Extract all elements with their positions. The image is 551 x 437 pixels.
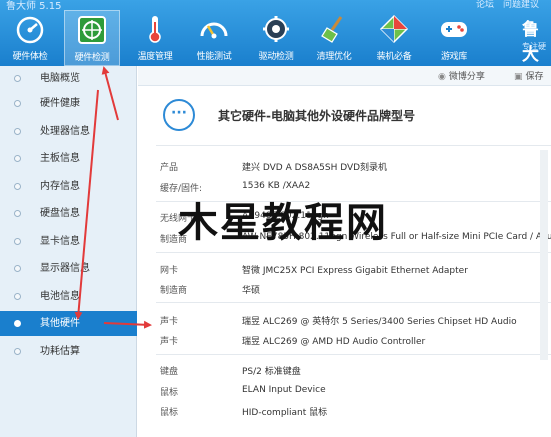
tool-label: 温度管理	[137, 52, 173, 62]
bullet-icon	[14, 238, 21, 245]
speedometer-icon	[16, 16, 44, 44]
detail-key: 鼠标	[160, 408, 179, 418]
camera-icon: ▣	[514, 72, 523, 82]
detail-value: 瑞昱 ALC269 @ AMD HD Audio Controller	[242, 337, 426, 347]
detail-key: 制造商	[160, 286, 188, 296]
thermometer-icon	[149, 16, 161, 43]
tool-cleanup[interactable]: 清理优化	[306, 10, 362, 66]
tool-essentials[interactable]: 装机必备	[366, 10, 422, 66]
divider	[156, 252, 551, 253]
speed-gauge-icon	[200, 22, 228, 39]
tool-performance[interactable]: 性能测试	[186, 10, 242, 66]
section-title: 其它硬件-电脑其他外设硬件品牌型号	[218, 109, 415, 123]
sidebar-item-battery[interactable]: 电池信息	[0, 284, 137, 309]
tool-label: 硬件检测	[74, 53, 110, 63]
sidebar-item-label: 显卡信息	[40, 236, 80, 247]
package-icon	[379, 14, 409, 44]
bullet-icon	[14, 320, 21, 327]
bullet-icon	[14, 265, 21, 272]
weibo-icon: ◉	[438, 72, 446, 82]
detail-value: ELAN Input Device	[242, 385, 326, 395]
sidebar-item-cpu[interactable]: 处理器信息	[0, 119, 137, 144]
tool-label: 清理优化	[316, 52, 352, 62]
gamepad-icon	[441, 22, 467, 37]
sidebar-item-label: 电池信息	[40, 291, 80, 302]
gear-icon	[263, 16, 289, 42]
sidebar-item-disk[interactable]: 硬盘信息	[0, 201, 137, 226]
sidebar-item-other-hardware[interactable]: 其他硬件	[0, 311, 137, 336]
brand-name: 鲁大	[522, 20, 539, 65]
detail-value: 智微 JMC25X PCI Express Gigabit Ethernet A…	[242, 266, 468, 276]
share-bar: ◉ 微博分享 ▣ 保存	[138, 66, 551, 86]
save-button[interactable]: ▣ 保存	[514, 69, 544, 82]
tool-label: 驱动检测	[258, 52, 294, 62]
detail-key: 声卡	[160, 337, 179, 347]
feedback-link[interactable]: 问题建议	[503, 0, 539, 10]
detail-key: 网卡	[160, 266, 179, 276]
sidebar-item-label: 其他硬件	[40, 318, 80, 329]
sidebar-item-overview[interactable]: 电脑概览	[0, 66, 137, 91]
top-toolbar: 鲁大师 5.15 论坛 问题建议 硬件体检 硬件检测 温度管理 性能测试 驱动检…	[0, 0, 551, 66]
detail-value: PS/2 标准键盘	[242, 367, 301, 377]
broom-icon	[321, 16, 343, 43]
more-hardware-icon: ···	[163, 99, 195, 131]
bullet-icon	[14, 75, 21, 82]
sidebar-item-health[interactable]: 硬件健康	[0, 91, 137, 116]
scrollbar[interactable]	[540, 150, 548, 360]
detail-key: 声卡	[160, 317, 179, 327]
sidebar-item-label: 功耗估算	[40, 346, 80, 357]
detail-value: 瑞昱 ALC269 @ 英特尔 5 Series/3400 Series Chi…	[242, 317, 517, 327]
bullet-icon	[14, 293, 21, 300]
detail-value: 建兴 DVD A DS8A5SH DVD刻录机	[242, 163, 388, 173]
sidebar-item-graphics[interactable]: 显卡信息	[0, 229, 137, 254]
bullet-icon	[14, 348, 21, 355]
divider	[156, 145, 551, 146]
detail-key: 键盘	[160, 367, 179, 377]
sidebar-item-label: 显示器信息	[40, 263, 90, 274]
tool-label: 游戏库	[440, 52, 468, 62]
tool-hardware-checkup[interactable]: 硬件体检	[2, 10, 58, 66]
chip-icon	[78, 16, 106, 44]
save-label: 保存	[525, 72, 544, 82]
tool-driver-detect[interactable]: 驱动检测	[248, 10, 304, 66]
bullet-icon	[14, 128, 21, 135]
sidebar-item-label: 电脑概览	[40, 73, 80, 84]
bullet-icon	[14, 100, 21, 107]
sidebar-item-power-estimate[interactable]: 功耗估算	[0, 339, 137, 364]
weibo-share-button[interactable]: ◉ 微博分享	[438, 69, 485, 82]
tool-temperature[interactable]: 温度管理	[127, 10, 183, 66]
detail-panel: ··· 其它硬件-电脑其他外设硬件品牌型号 产品 建兴 DVD A DS8A5SH…	[138, 87, 551, 437]
sidebar-item-monitor[interactable]: 显示器信息	[0, 256, 137, 281]
detail-key: 产品	[160, 163, 179, 173]
sidebar-item-label: 内存信息	[40, 181, 80, 192]
site-watermark: 木星教程网	[178, 200, 388, 246]
tool-label: 性能测试	[196, 52, 232, 62]
tool-hardware-detect[interactable]: 硬件检测	[64, 10, 120, 66]
tool-label: 装机必备	[376, 52, 412, 62]
tool-label: 硬件体检	[12, 52, 48, 62]
bullet-icon	[14, 210, 21, 217]
detail-value: 华硕	[242, 286, 261, 296]
sidebar-item-label: 硬件健康	[40, 98, 80, 109]
brand-tagline: 专注硬	[522, 42, 546, 51]
weibo-share-label: 微博分享	[448, 72, 485, 82]
sidebar-item-label: 处理器信息	[40, 126, 90, 137]
sidebar-item-label: 硬盘信息	[40, 208, 80, 219]
divider	[156, 354, 551, 355]
bullet-icon	[14, 155, 21, 162]
divider	[156, 302, 551, 303]
detail-value: HID-compliant 鼠标	[242, 408, 328, 418]
tool-game-library[interactable]: 游戏库	[426, 10, 482, 66]
sidebar-item-label: 主板信息	[40, 153, 80, 164]
sidebar-item-motherboard[interactable]: 主板信息	[0, 146, 137, 171]
sidebar: 电脑概览 硬件健康 处理器信息 主板信息 内存信息 硬盘信息 显卡信息 显示器信…	[0, 66, 137, 437]
bullet-icon	[14, 183, 21, 190]
sidebar-item-memory[interactable]: 内存信息	[0, 174, 137, 199]
forum-link[interactable]: 论坛	[476, 0, 494, 10]
detail-key: 鼠标	[160, 388, 179, 398]
